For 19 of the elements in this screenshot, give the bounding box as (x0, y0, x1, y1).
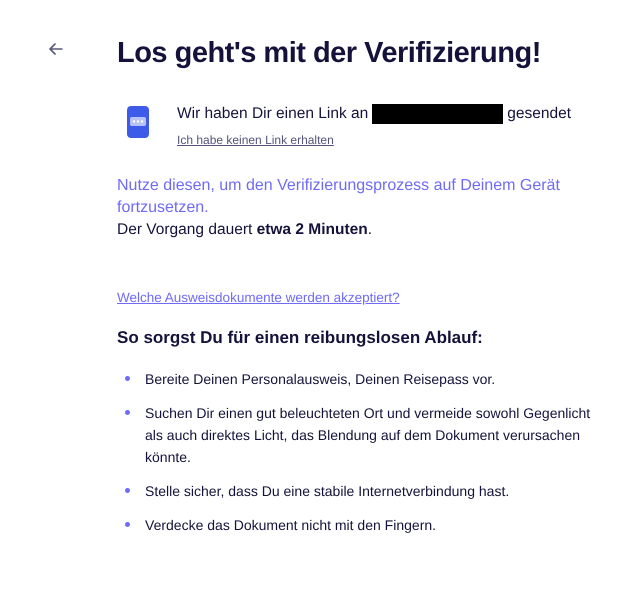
accepted-documents-link[interactable]: Welche Ausweisdokumente werden akzeptiert? (117, 288, 400, 308)
back-button[interactable] (47, 40, 65, 58)
tip-text: Stelle sicher, dass Du eine stabile Internetverbindung hast. (145, 482, 510, 501)
bullet-icon (125, 376, 130, 381)
bullet-icon (125, 522, 130, 527)
continue-instruction: Nutze diesen, um den Verifizierungsprozess auf Deinem Gerät fortzusetzen. (117, 176, 561, 218)
link-sent-text: Wir haben Dir einen Link an (177, 104, 368, 124)
phone-message-icon (127, 106, 149, 138)
tips-heading: So sorgst Du für einen reibungslosen Ablauf: (117, 326, 484, 349)
page-title: Los geht's mit der Verifizierung! (117, 36, 542, 71)
bullet-icon (125, 410, 130, 415)
tip-text: Bereite Deinen Personalausweis, Deinen Reisepass vor. (145, 370, 496, 389)
back-arrow-icon (49, 43, 63, 55)
bullet-icon (125, 488, 130, 493)
resend-link[interactable]: Ich habe keinen Link erhalten (177, 131, 334, 150)
link-sent-text: gesendet (507, 104, 572, 124)
tip-text: Suchen Dir einen gut beleuchteten Ort und vermeide sowohl Gegenlicht als auch direktes Licht, das Blendung auf dem Dokument verursachen könnte. (145, 404, 592, 467)
tip-text: Verdecke das Dokument nicht mit den Fingern. (145, 516, 438, 535)
duration-text: Der Vorgang dauert etwa 2 Minuten. (117, 220, 374, 240)
